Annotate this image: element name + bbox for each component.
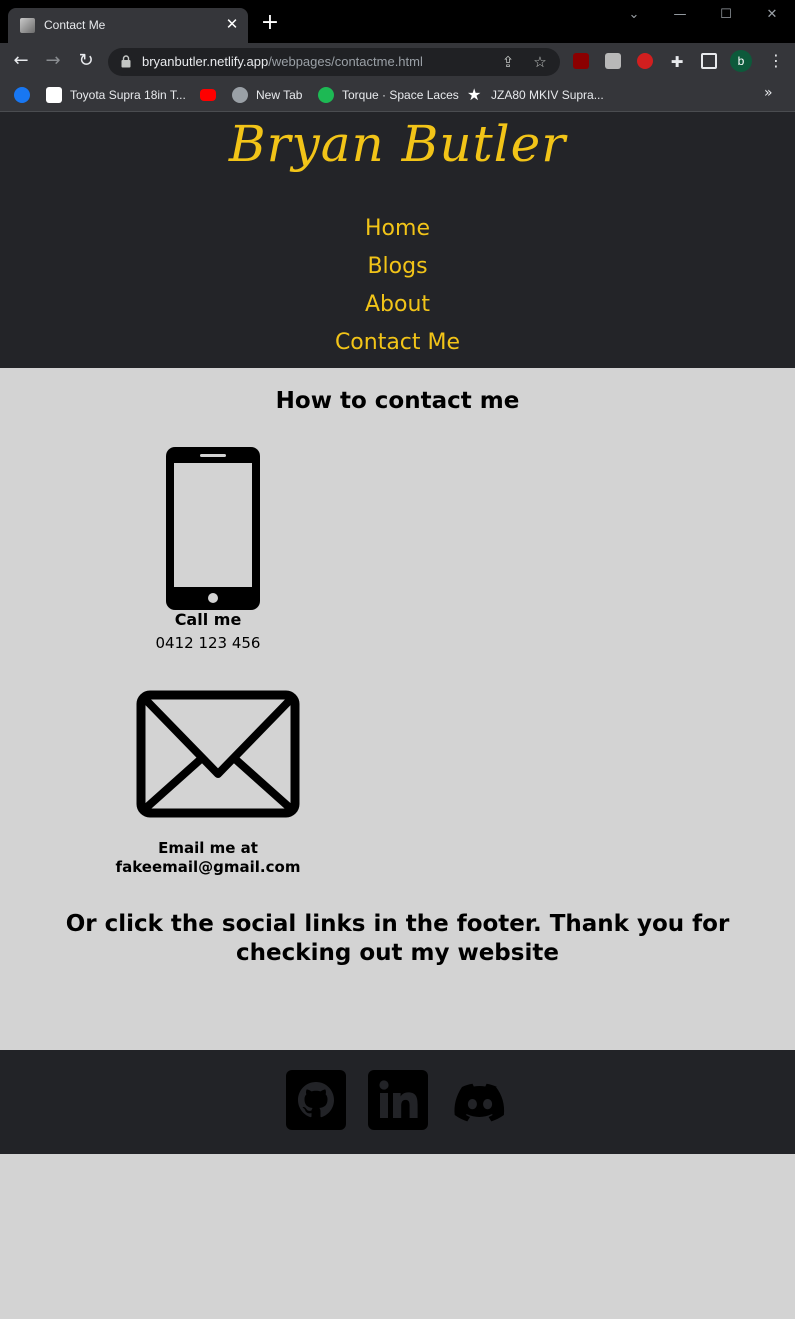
new-tab-button[interactable]: + bbox=[258, 12, 282, 34]
site-footer bbox=[0, 1050, 795, 1154]
menu-kebab-icon[interactable]: ⋮ bbox=[768, 51, 784, 70]
star-bookmark-icon: ★ bbox=[467, 85, 482, 104]
maximize-icon[interactable]: ☐ bbox=[716, 7, 736, 22]
call-label: Call me bbox=[174, 610, 242, 629]
close-window-icon[interactable]: ✕ bbox=[762, 7, 782, 22]
phone-number[interactable]: 0412 123 456 bbox=[108, 634, 308, 652]
forward-icon[interactable]: → bbox=[42, 50, 64, 72]
nav-link-home[interactable]: Home bbox=[0, 216, 795, 241]
nav-link-about[interactable]: About bbox=[0, 292, 795, 317]
github-icon[interactable] bbox=[286, 1070, 346, 1130]
ublock-extension-icon[interactable] bbox=[573, 53, 589, 69]
tab-title: Contact Me bbox=[44, 18, 106, 32]
browser-toolbar: ← → ↻ bryanbutler.netlify.app/webpages/c… bbox=[0, 43, 795, 79]
tab-strip: Contact Me ✕ + ⌄ — ☐ ✕ bbox=[0, 0, 795, 43]
minimize-icon[interactable]: — bbox=[670, 7, 690, 22]
extension-record-icon[interactable] bbox=[637, 53, 653, 69]
url-text: bryanbutler.netlify.app/webpages/contact… bbox=[142, 54, 423, 69]
url-path: /webpages/contactme.html bbox=[268, 54, 423, 69]
bookmark-youtube[interactable] bbox=[200, 86, 224, 104]
tab-favicon-icon bbox=[20, 18, 35, 33]
extension-icon[interactable] bbox=[605, 53, 621, 69]
nav-link-blogs[interactable]: Blogs bbox=[0, 254, 795, 279]
active-tab[interactable]: Contact Me ✕ bbox=[8, 8, 248, 43]
bookmark-spotify[interactable]: Torque · Space Laces bbox=[318, 86, 459, 104]
side-panel-icon[interactable] bbox=[701, 53, 717, 69]
tab-search-icon[interactable]: ⌄ bbox=[624, 7, 644, 22]
discord-icon[interactable] bbox=[450, 1070, 510, 1130]
page-title: How to contact me bbox=[275, 388, 520, 414]
bookmark-facebook[interactable] bbox=[14, 86, 38, 104]
share-icon[interactable]: ⇪ bbox=[498, 52, 518, 72]
bookmarks-overflow-icon[interactable]: » bbox=[764, 85, 773, 101]
address-bar[interactable]: bryanbutler.netlify.app/webpages/contact… bbox=[108, 48, 560, 76]
bookmark-toyota[interactable]: Toyota Supra 18in T... bbox=[46, 86, 186, 104]
globe-icon bbox=[232, 87, 248, 103]
mail-icon bbox=[136, 690, 300, 818]
closing-message: Or click the social links in the footer.… bbox=[65, 911, 730, 966]
nav-link-contact[interactable]: Contact Me bbox=[0, 330, 795, 355]
bookmarks-bar: Toyota Supra 18in T... New Tab Torque · … bbox=[0, 79, 795, 112]
bookmark-new-tab[interactable]: New Tab bbox=[232, 86, 302, 104]
youtube-icon bbox=[200, 89, 216, 101]
spotify-icon bbox=[318, 87, 334, 103]
close-tab-icon[interactable]: ✕ bbox=[224, 15, 240, 33]
email-label: Email me at bbox=[158, 839, 258, 857]
bookmark-label: Torque · Space Laces bbox=[342, 88, 459, 102]
url-host: bryanbutler.netlify.app bbox=[142, 54, 269, 69]
bookmark-jza80[interactable]: ★ JZA80 MKIV Supra... bbox=[467, 86, 604, 104]
bookmark-label: Toyota Supra 18in T... bbox=[70, 88, 186, 102]
extensions-puzzle-icon[interactable]: ✚ bbox=[666, 51, 688, 73]
linkedin-icon[interactable] bbox=[368, 1070, 428, 1130]
toyota-bookmark-icon bbox=[46, 87, 62, 103]
back-icon[interactable]: ← bbox=[10, 50, 32, 72]
facebook-icon bbox=[14, 87, 30, 103]
profile-avatar[interactable]: b bbox=[730, 50, 752, 72]
reload-icon[interactable]: ↻ bbox=[75, 50, 97, 72]
site-logo[interactable]: Bryan Butler bbox=[0, 115, 795, 173]
site-header: Bryan Butler Home Blogs About Contact Me bbox=[0, 112, 795, 368]
bookmark-label: New Tab bbox=[256, 88, 303, 102]
bookmark-star-icon[interactable]: ☆ bbox=[530, 52, 550, 72]
email-address[interactable]: fakeemail@gmail.com bbox=[88, 858, 328, 876]
phone-icon bbox=[166, 447, 260, 610]
lock-icon bbox=[121, 55, 131, 68]
bookmark-label: JZA80 MKIV Supra... bbox=[491, 88, 604, 102]
